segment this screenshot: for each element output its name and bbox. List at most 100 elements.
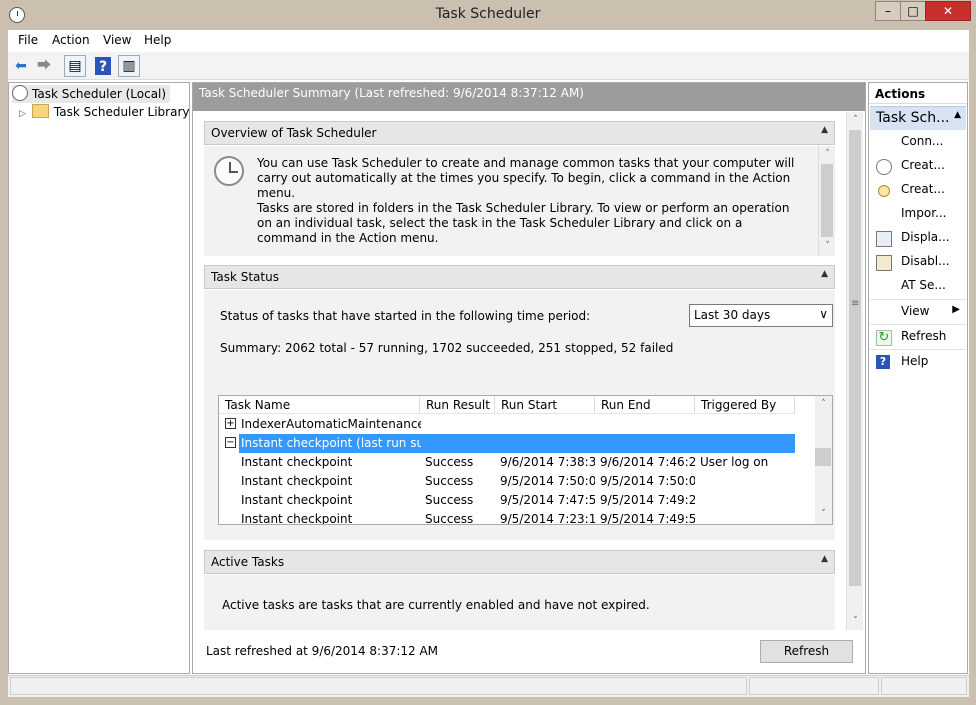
clock-icon [876,159,892,175]
close-button[interactable]: ✕ [925,1,971,21]
scroll-up-icon[interactable]: ˄ [847,112,864,129]
menu-help[interactable]: Help [144,33,171,47]
action-help[interactable]: ? Help [870,349,966,373]
toolbar [8,52,969,80]
tree-item-task-scheduler-local[interactable]: Task Scheduler (Local) [12,85,171,103]
dropdown-value: Last 30 days [694,308,771,322]
last-refreshed-text: Last refreshed at 9/6/2014 8:37:12 AM [206,644,439,658]
grid-scrollbar[interactable]: ˄ ˅ [815,396,832,524]
collapse-icon[interactable]: ▲ [821,125,828,135]
table-row[interactable]: Instant checkpoint Success 9/5/2014 7:23… [219,510,815,525]
action-label: Help [901,354,929,368]
list-icon [876,231,892,247]
column-header-task-name[interactable]: Task Name [219,396,420,414]
action-refresh[interactable]: ↻ Refresh [870,324,966,348]
column-header-run-start[interactable]: Run Start [495,396,595,414]
chevron-right-icon[interactable]: ▷ [19,109,26,119]
show-hide-console-tree-icon[interactable]: ▤ [64,55,86,77]
minimize-button[interactable]: – [875,1,901,21]
scroll-up-icon[interactable]: ˄ [819,146,836,163]
action-view[interactable]: View ▶ [870,299,966,323]
menu-view[interactable]: View [103,33,131,47]
forward-arrow-icon[interactable]: ⮕ [33,55,55,77]
collapse-icon[interactable]: − [225,437,236,448]
cell-run-end: 9/5/2014 7:49:2... [600,493,695,507]
action-disable-history[interactable]: Disabl... [870,250,966,274]
section-title: Overview of Task Scheduler [211,126,377,140]
table-row[interactable]: Instant checkpoint Success 9/5/2014 7:50… [219,472,815,491]
action-label: Creat... [901,182,945,196]
action-create-task[interactable]: Creat... [870,178,966,202]
active-tasks-section-header[interactable]: Active Tasks ▲ [204,550,835,574]
menu-action[interactable]: Action [52,33,90,47]
action-create-basic-task[interactable]: Creat... [870,154,966,178]
active-tasks-section-body: Active tasks are tasks that are currentl… [204,575,835,630]
tree-item-task-scheduler-library[interactable]: ▷ Task Scheduler Library [19,103,189,121]
chevron-right-icon: ▶ [952,304,960,315]
table-row[interactable]: Instant checkpoint Success 9/6/2014 7:38… [219,453,815,472]
scroll-thumb[interactable] [815,448,831,466]
action-label: Creat... [901,158,945,172]
action-display-running-tasks[interactable]: Displa... [870,226,966,250]
table-row[interactable]: Instant checkpoint Success 9/5/2014 7:47… [219,491,815,510]
maximize-button[interactable]: □ [900,1,926,21]
cell-task-name: Instant checkpoint [241,455,353,469]
collapse-icon[interactable]: ▲ [954,110,961,120]
actions-group-header[interactable]: Task Sch... ▲ [870,106,966,130]
period-label: Status of tasks that have started in the… [220,309,591,323]
action-label: Disabl... [901,254,950,268]
active-tasks-text: Active tasks are tasks that are currentl… [222,598,650,612]
show-hide-action-pane-icon[interactable]: ▥ [118,55,140,77]
actions-title: Actions [869,84,967,104]
column-header-run-result[interactable]: Run Result [420,396,495,414]
cell-run-result: Success [425,455,474,469]
action-at-service-account[interactable]: AT Se... [870,274,966,298]
chevron-down-icon[interactable]: ∨ [819,307,828,321]
cell-run-start: 9/5/2014 7:50:0... [500,474,595,488]
task-group-row[interactable]: + IndexerAutomaticMaintenance ... [219,415,815,434]
action-label: Impor... [901,206,947,220]
action-label: Displa... [901,230,950,244]
scroll-thumb[interactable] [849,130,861,586]
scroll-down-icon[interactable]: ˅ [847,613,864,630]
clock-icon [214,156,244,186]
refresh-button[interactable]: Refresh [760,640,853,663]
cell-task-name: Instant checkpoint [241,512,353,525]
task-group-row-selected[interactable]: − Instant checkpoint (last run suc... [219,434,815,453]
clock-icon [12,85,28,101]
overview-section-header[interactable]: Overview of Task Scheduler ▲ [204,121,835,145]
window-title: Task Scheduler [435,6,541,22]
action-import-task[interactable]: Impor... [870,202,966,226]
summary-header: Task Scheduler Summary (Last refreshed: … [193,83,865,111]
tree-item-label: Task Scheduler (Local) [32,87,167,101]
time-period-dropdown[interactable]: Last 30 days ∨ [689,304,833,327]
help-icon: ? [876,355,890,369]
expand-icon[interactable]: + [225,418,236,429]
action-connect[interactable]: Conn... [870,130,966,154]
section-title: Active Tasks [211,555,285,569]
scroll-down-icon[interactable]: ˅ [819,238,836,255]
collapse-icon[interactable]: ▲ [821,269,828,279]
column-header-run-end[interactable]: Run End [595,396,695,414]
cell-run-end: 9/5/2014 7:50:0... [600,474,695,488]
scroll-thumb[interactable] [821,164,833,237]
action-label: Conn... [901,134,944,148]
cell-task-name: Instant checkpoint [241,493,353,507]
overview-scrollbar[interactable]: ˄ ˅ [818,146,835,256]
task-status-grid: Task Name Run Result Run Start Run End T… [218,395,833,525]
grip-icon: ≡ [851,298,860,309]
console-tree: Task Scheduler (Local) ▷ Task Scheduler L… [8,82,190,674]
help-icon[interactable]: ? [95,57,111,75]
back-arrow-icon[interactable]: ⬅ [10,55,32,77]
column-header-triggered-by[interactable]: Triggered By [695,396,795,414]
status-cell [881,677,967,695]
summary-scrollbar[interactable]: ˄ ≡ ˅ [846,112,863,630]
scroll-up-icon[interactable]: ˄ [815,396,832,413]
actions-group-label: Task Sch... [876,110,950,126]
menu-file[interactable]: File [18,33,38,47]
collapse-icon[interactable]: ▲ [821,554,828,564]
scroll-down-icon[interactable]: ˅ [815,506,832,523]
group-name: Instant checkpoint (last run suc... [241,436,421,450]
task-status-section-header[interactable]: Task Status ▲ [204,265,835,289]
clock-icon [878,185,890,197]
